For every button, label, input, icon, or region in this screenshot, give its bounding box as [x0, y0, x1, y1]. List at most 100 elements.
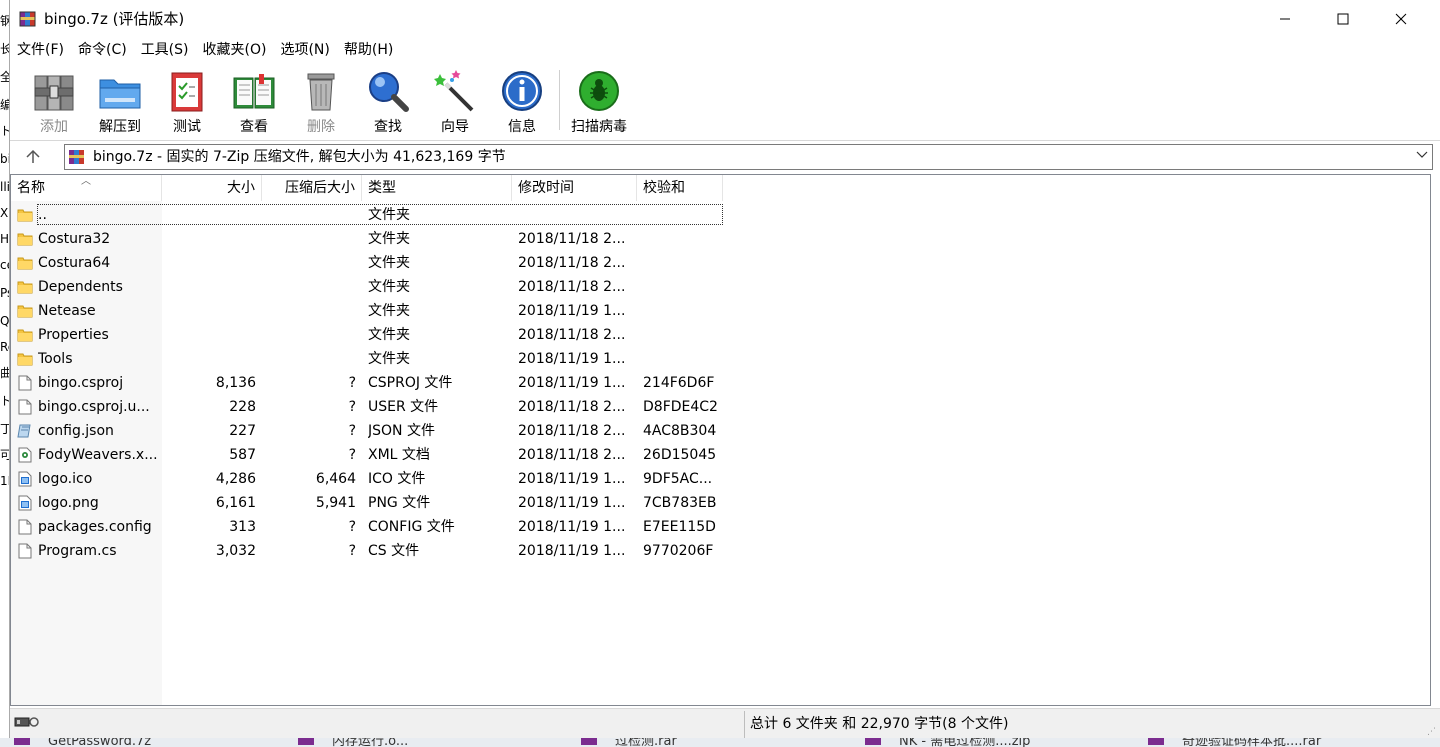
folder-icon	[17, 207, 33, 223]
find-button[interactable]: 查找	[356, 67, 420, 137]
info-label: 信息	[508, 119, 536, 135]
taskbar-item[interactable]: 过检测.rar	[581, 738, 677, 747]
wizard-button[interactable]: 向导	[423, 67, 487, 137]
file-row[interactable]: logo.png 6,161 5,941 PNG 文件 2018/11/19 1... 7…	[11, 491, 731, 515]
file-name: Netease	[38, 303, 96, 319]
taskbar-item[interactable]: GetPassword.7z	[14, 738, 151, 747]
file-icon	[17, 543, 33, 559]
file-packed-size	[262, 323, 356, 347]
taskbar-item-label: 过检测.rar	[615, 738, 677, 747]
file-row[interactable]: Tools 文件夹 2018/11/19 1...	[11, 347, 731, 371]
file-packed-size: ?	[348, 375, 356, 391]
file-type: 文件夹	[368, 255, 410, 271]
image-file-icon	[17, 495, 33, 511]
info-button[interactable]: 信息	[490, 67, 554, 137]
taskbar-item[interactable]: NK - 需电过检测....zip	[865, 738, 1030, 747]
file-modified: 2018/11/19 1...	[518, 303, 626, 319]
winrar-window: bingo.7z (评估版本) 文件(F) 命令(C) 工具(S) 收藏夹(O)…	[9, 0, 1440, 740]
file-row[interactable]: logo.ico 4,286 6,464 ICO 文件 2018/11/19 1... 9…	[11, 467, 731, 491]
file-modified: 2018/11/19 1...	[518, 471, 626, 487]
file-type: USER 文件	[368, 399, 439, 415]
archive-icon	[68, 149, 86, 165]
file-packed-size: ?	[348, 543, 356, 559]
magnifier-icon	[364, 67, 412, 115]
file-row[interactable]: Costura64 文件夹 2018/11/18 2...	[11, 251, 731, 275]
test-clipboard-icon	[163, 67, 211, 115]
file-size: 228	[229, 399, 256, 415]
taskbar-item-label: 内存运行.o...	[332, 738, 409, 747]
menu-commands[interactable]: 命令(C)	[71, 38, 134, 62]
file-type: CONFIG 文件	[368, 519, 455, 535]
virus-scan-button[interactable]: 扫描病毒	[567, 67, 631, 137]
file-packed-size	[262, 275, 356, 299]
file-row[interactable]: Dependents 文件夹 2018/11/18 2...	[11, 275, 731, 299]
file-row[interactable]: bingo.csproj.u... 228? USER 文件 2018/11/18 2…	[11, 395, 731, 419]
title-bar[interactable]: bingo.7z (评估版本)	[10, 0, 1440, 38]
menu-tools[interactable]: 工具(S)	[134, 38, 196, 62]
column-header-name-label: 名称	[17, 180, 45, 196]
column-header-crc[interactable]: 校验和	[637, 175, 723, 201]
file-name: Costura64	[38, 255, 111, 271]
file-modified: 2018/11/19 1...	[518, 351, 626, 367]
delete-button[interactable]: 删除	[289, 67, 353, 137]
file-modified: 2018/11/19 1...	[518, 375, 626, 391]
file-crc	[643, 347, 723, 371]
file-row[interactable]: packages.config 313? CONFIG 文件 2018/11/19 1…	[11, 515, 731, 539]
address-combobox[interactable]: bingo.7z - 固实的 7-Zip 压缩文件, 解包大小为 41,623,…	[64, 144, 1433, 170]
close-button[interactable]	[1372, 0, 1430, 38]
file-modified: 2018/11/18 2...	[518, 231, 626, 247]
minimize-button[interactable]	[1256, 0, 1314, 38]
file-crc: 7CB783EB	[643, 495, 717, 511]
file-packed-size: ?	[348, 399, 356, 415]
winrar-taskbar-icon	[865, 738, 881, 745]
file-row[interactable]: bingo.csproj 8,136? CSPROJ 文件 2018/11/19 1.…	[11, 371, 731, 395]
xml-file-icon	[17, 447, 33, 463]
menu-help[interactable]: 帮助(H)	[337, 38, 400, 62]
resize-grip-icon[interactable]: ⋰	[1427, 727, 1437, 737]
taskbar-item[interactable]: 奇迹验证码样本批....rar	[1148, 738, 1321, 747]
file-type: 文件夹	[368, 279, 410, 295]
file-size: 6,161	[215, 495, 256, 511]
file-list[interactable]: 名称 ︿ 大小 压缩后大小 类型 修改时间 校验和 .. 文件夹 Costura32…	[10, 174, 1431, 706]
extract-button[interactable]: 解压到	[88, 67, 152, 137]
file-row[interactable]: Properties 文件夹 2018/11/18 2...	[11, 323, 731, 347]
file-size: 8,136	[215, 375, 256, 391]
file-modified: 2018/11/18 2...	[518, 399, 626, 415]
menu-favorites[interactable]: 收藏夹(O)	[196, 38, 274, 62]
column-header-name[interactable]: 名称 ︿	[11, 175, 162, 201]
file-row[interactable]: Program.cs 3,032? CS 文件 2018/11/19 1... 9770…	[11, 539, 731, 563]
file-modified: 2018/11/19 1...	[518, 519, 626, 535]
file-modified: 2018/11/19 1...	[518, 495, 626, 511]
menu-file[interactable]: 文件(F)	[10, 38, 71, 62]
chevron-down-icon[interactable]	[1416, 148, 1428, 163]
column-header-packed[interactable]: 压缩后大小	[262, 175, 362, 201]
column-header-modified[interactable]: 修改时间	[512, 175, 637, 201]
column-header-type[interactable]: 类型	[362, 175, 512, 201]
test-button[interactable]: 测试	[155, 67, 219, 137]
maximize-button[interactable]	[1314, 0, 1372, 38]
close-icon	[1395, 13, 1407, 25]
file-icon	[17, 399, 33, 415]
view-book-icon	[230, 67, 278, 115]
file-packed-size: 5,941	[315, 495, 356, 511]
sort-ascending-icon: ︿	[81, 176, 91, 187]
file-row[interactable]: Netease 文件夹 2018/11/19 1...	[11, 299, 731, 323]
menu-options[interactable]: 选项(N)	[273, 38, 336, 62]
file-row[interactable]: FodyWeavers.x... 587? XML 文档 2018/11/18 2..…	[11, 443, 731, 467]
view-button[interactable]: 查看	[222, 67, 286, 137]
toolbar: 添加 解压到 测试 查看 删除 查找 向导 信息 扫描病毒	[10, 62, 1440, 140]
taskbar-item[interactable]: 内存运行.o...	[298, 738, 408, 747]
file-type: ICO 文件	[368, 471, 426, 487]
column-header-size[interactable]: 大小	[162, 175, 262, 201]
file-name: logo.ico	[38, 471, 93, 487]
add-button[interactable]: 添加	[22, 67, 86, 137]
file-row[interactable]: Costura32 文件夹 2018/11/18 2...	[11, 227, 731, 251]
file-size	[162, 323, 256, 347]
file-name: bingo.csproj.u...	[38, 399, 150, 415]
up-arrow-icon	[26, 149, 40, 163]
file-name: config.json	[38, 423, 114, 439]
folder-icon	[17, 231, 33, 247]
file-packed-size	[262, 251, 356, 275]
file-row[interactable]: config.json 227? JSON 文件 2018/11/18 2... 4AC…	[11, 419, 731, 443]
up-folder-button[interactable]	[18, 145, 48, 169]
